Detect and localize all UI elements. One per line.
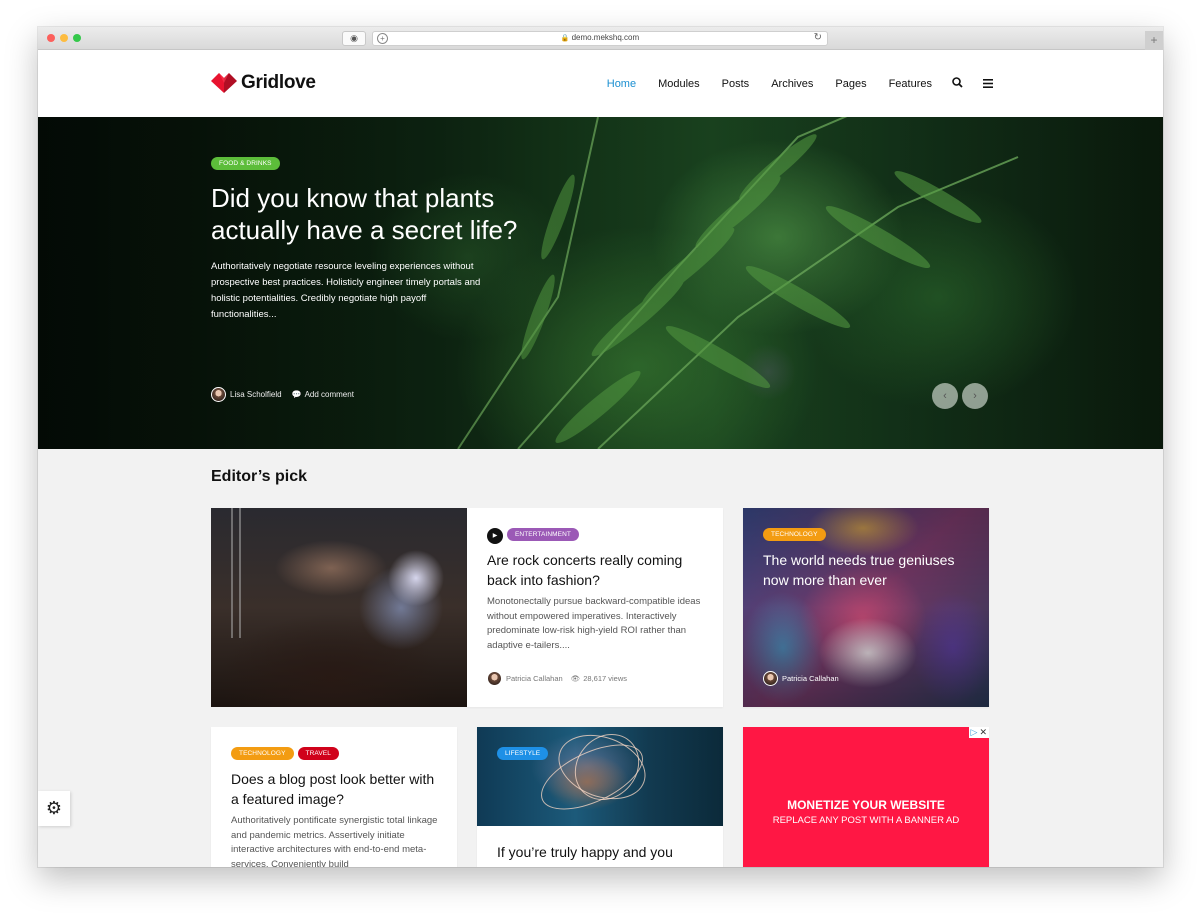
post-meta: Patricia Callahan: [763, 671, 839, 686]
ad-subtitle: REPLACE ANY POST WITH A BANNER AD: [772, 815, 960, 826]
new-tab-button[interactable]: +: [1145, 31, 1163, 50]
category-badge-food-drinks[interactable]: Food & Drinks: [211, 157, 280, 170]
nav-features[interactable]: Features: [889, 78, 932, 90]
browser-titlebar: ◉ + 🔒 demo.mekshq.com ↻ +: [38, 27, 1163, 50]
banner-ad[interactable]: ▷ ✕ MONETIZE YOUR WEBSITE REPLACE ANY POS…: [743, 727, 989, 867]
logo-text: Gridlove: [241, 72, 316, 93]
address-bar[interactable]: + 🔒 demo.mekshq.com ↻: [372, 31, 828, 46]
ad-title: MONETIZE YOUR WEBSITE: [787, 798, 945, 812]
post-title[interactable]: Does a blog post look better with a feat…: [231, 769, 441, 809]
settings-gear-icon[interactable]: ⚙: [38, 791, 70, 826]
category-badge-travel[interactable]: Travel: [297, 747, 339, 760]
privacy-shield-icon[interactable]: ◉: [342, 31, 366, 46]
close-ad-icon[interactable]: ✕: [979, 727, 987, 737]
view-count: 28,617 views: [583, 674, 628, 683]
heart-logo-icon: [211, 72, 237, 94]
hero-title[interactable]: Did you know that plants actually have a…: [211, 182, 551, 246]
post-excerpt: Authoritatively pontificate synergistic …: [231, 815, 438, 867]
slider-prev-button[interactable]: ‹: [932, 383, 958, 409]
concert-image[interactable]: [211, 508, 467, 707]
category-badge-lifestyle[interactable]: Lifestyle: [497, 747, 549, 760]
hero-meta: Lisa Scholfield 💬 Add comment: [211, 387, 354, 402]
lock-icon: 🔒: [560, 35, 570, 42]
post-card: Technology Travel Does a blog post look …: [211, 727, 457, 867]
author-name[interactable]: Patricia Callahan: [782, 674, 839, 683]
adchoices-icon[interactable]: ▷: [971, 727, 978, 737]
nav-home[interactable]: Home: [607, 78, 636, 90]
section-title: Editor’s pick: [211, 468, 308, 485]
close-window-button[interactable]: [47, 34, 55, 42]
nav-posts[interactable]: Posts: [722, 78, 750, 90]
nav-archives[interactable]: Archives: [771, 78, 813, 90]
hero-excerpt: Authoritatively negotiate resource level…: [211, 261, 481, 320]
search-icon[interactable]: [952, 77, 963, 91]
comment-icon: 💬: [291, 390, 302, 399]
slider-next-button[interactable]: ›: [962, 383, 988, 409]
play-icon: ▶: [487, 528, 503, 544]
post-meta: Patricia Callahan 👁 28,617 views: [487, 671, 627, 686]
minimize-window-button[interactable]: [60, 34, 68, 42]
nav-pages[interactable]: Pages: [835, 78, 866, 90]
site-header: Gridlove Home Modules Posts Archives Pag…: [38, 50, 1163, 117]
category-badge-technology[interactable]: Technology: [763, 528, 826, 541]
nav-modules[interactable]: Modules: [658, 78, 700, 90]
sparkler-image[interactable]: [477, 727, 723, 826]
browser-window: ◉ + 🔒 demo.mekshq.com ↻ + Gridlove Home M…: [38, 27, 1163, 867]
eye-icon: 👁: [570, 674, 581, 683]
post-title[interactable]: The world needs true geniuses now more t…: [763, 550, 983, 590]
url-text: demo.mekshq.com: [571, 33, 640, 42]
post-excerpt: Monotonectally pursue backward-compatibl…: [487, 596, 701, 651]
hero-slider: Food & Drinks Did you know that plants a…: [38, 117, 1163, 449]
post-title[interactable]: Are rock concerts really coming back int…: [487, 550, 712, 590]
category-badge-technology[interactable]: Technology: [231, 747, 294, 760]
author-avatar[interactable]: [487, 671, 502, 686]
main-nav: Home Modules Posts Archives Pages Featur…: [585, 77, 993, 91]
post-card: ▶ Entertainment Are rock concerts really…: [467, 508, 723, 707]
author-avatar[interactable]: [211, 387, 226, 402]
post-title[interactable]: If you’re truly happy and you: [497, 842, 717, 862]
maximize-window-button[interactable]: [73, 34, 81, 42]
author-avatar[interactable]: [763, 671, 778, 686]
author-name[interactable]: Lisa Scholfield: [230, 390, 282, 399]
hamburger-icon[interactable]: [983, 77, 993, 91]
post-card[interactable]: Technology The world needs true geniuses…: [743, 508, 989, 707]
author-name[interactable]: Patricia Callahan: [506, 674, 563, 683]
post-card: Lifestyle If you’re truly happy and you: [477, 727, 723, 867]
category-badge-entertainment[interactable]: Entertainment: [507, 528, 579, 541]
site-logo[interactable]: Gridlove: [211, 72, 316, 94]
reload-icon[interactable]: ↻: [814, 32, 822, 43]
add-comment-link[interactable]: Add comment: [305, 390, 354, 399]
